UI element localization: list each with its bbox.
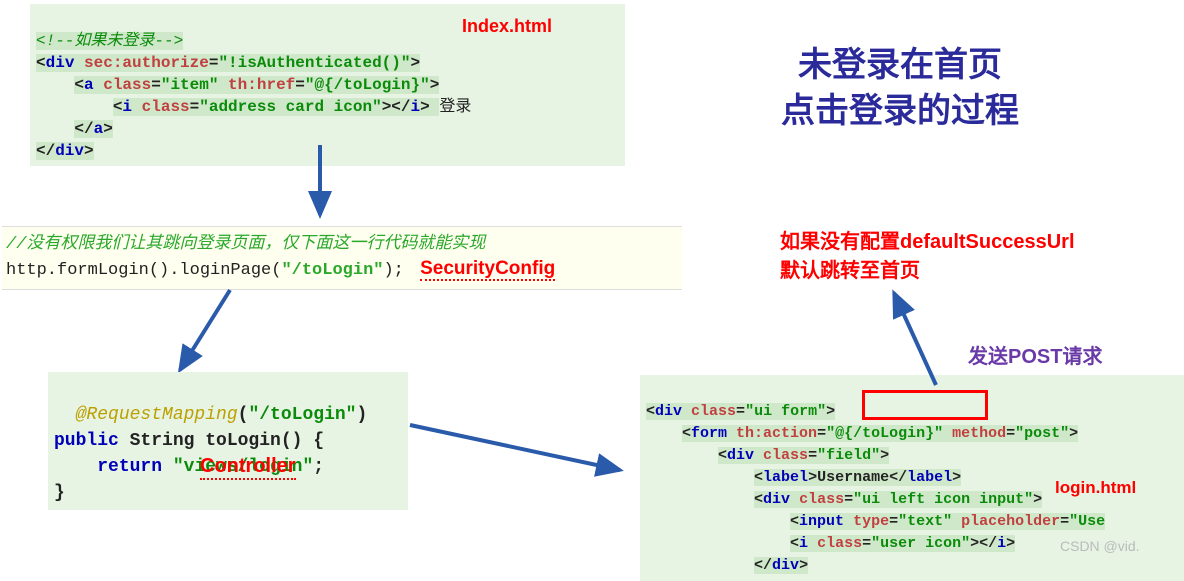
- label-security: SecurityConfig: [420, 258, 555, 281]
- code-box-controller: @RequestMapping("/toLogin") public Strin…: [48, 372, 408, 510]
- note-post: 发送POST请求: [968, 340, 1102, 369]
- watermark: CSDN @vid.: [1060, 538, 1140, 554]
- label-index: Index.html: [462, 16, 552, 37]
- label-login: login.html: [1055, 478, 1136, 498]
- arrow-1: [280, 145, 360, 235]
- arrow-3: [410, 415, 640, 485]
- comment: //没有权限我们让其跳向登录页面，仅下面这一行代码就能实现: [6, 233, 678, 257]
- comment: <!--如果未登录-->: [36, 32, 183, 50]
- arrow-4: [880, 285, 960, 385]
- label-controller: Controller: [200, 455, 296, 480]
- note-default-success: 如果没有配置defaultSuccessUrl 默认跳转至首页: [780, 225, 1075, 283]
- code-box-security: //没有权限我们让其跳向登录页面，仅下面这一行代码就能实现 http.formL…: [2, 226, 682, 290]
- highlight-box: [862, 390, 988, 420]
- title-line1: 未登录在首页: [798, 46, 1002, 84]
- diagram-title: 未登录在首页 点击登录的过程: [740, 42, 1060, 134]
- title-line2: 点击登录的过程: [781, 92, 1019, 130]
